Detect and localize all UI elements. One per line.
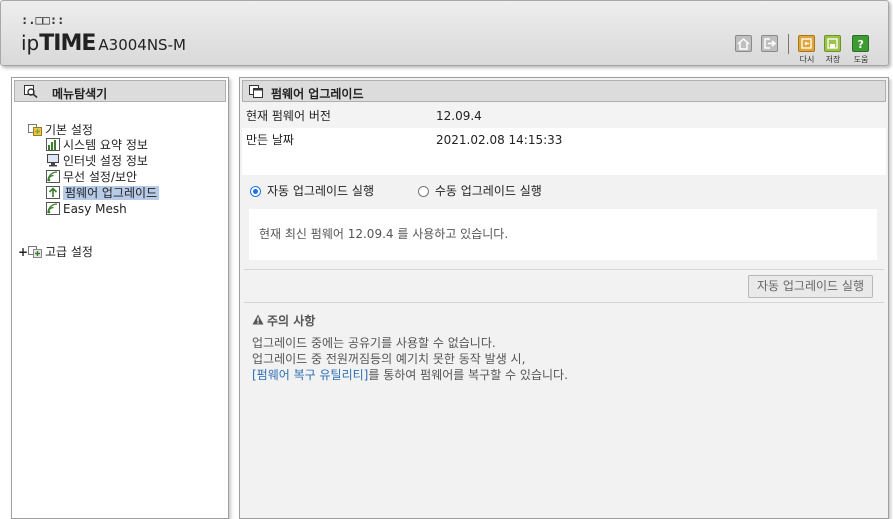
explore-icon <box>24 85 38 101</box>
header-separator <box>788 34 789 54</box>
help-label[interactable]: 도움 <box>846 54 876 65</box>
tree-item-wireless[interactable]: 무선 설정/보안 <box>46 170 137 185</box>
folder-open-icon <box>28 123 42 136</box>
brand-logo: ipTIME A3004NS-M <box>21 31 186 56</box>
tree-item-internet-info-label[interactable]: 인터넷 설정 정보 <box>63 154 148 168</box>
tree-group-basic-label[interactable]: 기본 설정 <box>45 123 93 137</box>
auto-upgrade-run-button[interactable]: 자동 업그레이드 실행 <box>748 275 873 298</box>
header-bar: :.□□:: ipTIME A3004NS-M ? 다시 저장 도움 <box>0 0 889 66</box>
radio-auto-upgrade-label[interactable]: 자동 업그레이드 실행 <box>267 184 374 198</box>
home-icon[interactable] <box>735 35 752 52</box>
tree-item-firmware-upgrade-label[interactable]: 펌웨어 업그레이드 <box>63 186 160 200</box>
restart-icon[interactable] <box>798 35 815 52</box>
wireless-icon <box>46 202 60 215</box>
divider <box>244 269 884 270</box>
info-row-build-date: 만든 날짜 2021.02.08 14:15:33 <box>242 128 886 152</box>
help-icon[interactable]: ? <box>852 35 869 52</box>
tree-item-wireless-label[interactable]: 무선 설정/보안 <box>63 170 137 184</box>
radio-manual-upgrade[interactable] <box>417 186 429 197</box>
menu-explorer: 메뉴탐색기 기본 설정 시스템 요약 정보 인터넷 설정 정보 무선 설정/보안… <box>11 77 229 519</box>
caution-section: 주의 사항 업그레이드 중에는 공유기를 사용할 수 없습니다. 업그레이드 중… <box>252 312 568 382</box>
model-name: A3004NS-M <box>98 36 186 54</box>
radio-manual-upgrade-label[interactable]: 수동 업그레이드 실행 <box>435 184 542 198</box>
save-icon[interactable] <box>824 35 841 52</box>
tree-item-system-summary[interactable]: 시스템 요약 정보 <box>46 138 148 153</box>
upgrade-status-message: 현재 최신 펌웨어 12.09.4 를 사용하고 있습니다. <box>249 209 877 260</box>
menu-explorer-title: 메뉴탐색기 <box>52 87 108 101</box>
brand-ip: ip <box>21 31 40 55</box>
caution-title: 주의 사항 <box>267 314 316 328</box>
version-label: 현재 펌웨어 버전 <box>246 109 331 123</box>
info-row-version: 현재 펌웨어 버전 12.09.4 <box>242 104 886 128</box>
tree-group-advanced[interactable]: 고급 설정 <box>28 245 93 260</box>
tree-item-firmware-upgrade[interactable]: 펌웨어 업그레이드 <box>46 186 160 201</box>
firmware-info-table: 현재 펌웨어 버전 12.09.4 만든 날짜 2021.02.08 14:15… <box>242 104 886 175</box>
warning-icon <box>252 314 264 328</box>
caution-line-1: 업그레이드 중에는 공유기를 사용할 수 없습니다. <box>252 336 496 350</box>
tree-group-basic[interactable]: 기본 설정 <box>28 123 93 138</box>
monitor-icon <box>46 154 60 167</box>
tree-item-internet-info[interactable]: 인터넷 설정 정보 <box>46 154 148 169</box>
window-icon <box>249 85 263 101</box>
logout-icon[interactable] <box>761 35 778 52</box>
panel-header: 펌웨어 업그레이드 <box>242 80 886 102</box>
version-value: 12.09.4 <box>436 109 482 123</box>
folder-icon <box>28 245 42 258</box>
menu-explorer-header: 메뉴탐색기 <box>14 80 226 102</box>
radio-auto-upgrade[interactable] <box>250 186 261 197</box>
upgrade-icon <box>46 186 60 199</box>
brand-dots-logo: :.□□:: <box>21 13 65 27</box>
tree-item-easy-mesh[interactable]: Easy Mesh <box>46 202 127 217</box>
caution-line-3: [펌웨어 복구 유틸리티]를 통하여 펌웨어를 복구할 수 있습니다. <box>252 369 568 382</box>
caution-line-2: 업그레이드 중 전원꺼짐등의 예기치 못한 동작 발생 시, <box>252 352 526 366</box>
chart-icon <box>46 138 60 151</box>
firmware-upgrade-panel: 펌웨어 업그레이드 현재 펌웨어 버전 12.09.4 만든 날짜 2021.0… <box>239 77 889 519</box>
caution-line-3-text: 를 통하여 펌웨어를 복구할 수 있습니다. <box>368 368 568 382</box>
save-label[interactable]: 저장 <box>818 54 848 65</box>
wireless-icon <box>46 170 60 183</box>
build-date-label: 만든 날짜 <box>246 133 294 147</box>
expand-toggle-advanced[interactable]: + <box>18 245 28 259</box>
recovery-utility-link[interactable]: [펌웨어 복구 유틸리티] <box>252 368 368 382</box>
upgrade-mode-selector: 자동 업그레이드 실행 수동 업그레이드 실행 <box>250 182 582 199</box>
build-date-value: 2021.02.08 14:15:33 <box>436 133 563 147</box>
brand-time: TIME <box>39 31 96 56</box>
tree-group-advanced-label[interactable]: 고급 설정 <box>45 245 93 259</box>
tree-item-easy-mesh-label[interactable]: Easy Mesh <box>63 202 127 216</box>
panel-title: 펌웨어 업그레이드 <box>271 87 364 101</box>
caution-header: 주의 사항 <box>252 312 568 329</box>
divider <box>244 302 884 303</box>
svg-text:?: ? <box>858 38 864 50</box>
tree-item-system-summary-label[interactable]: 시스템 요약 정보 <box>63 138 148 152</box>
